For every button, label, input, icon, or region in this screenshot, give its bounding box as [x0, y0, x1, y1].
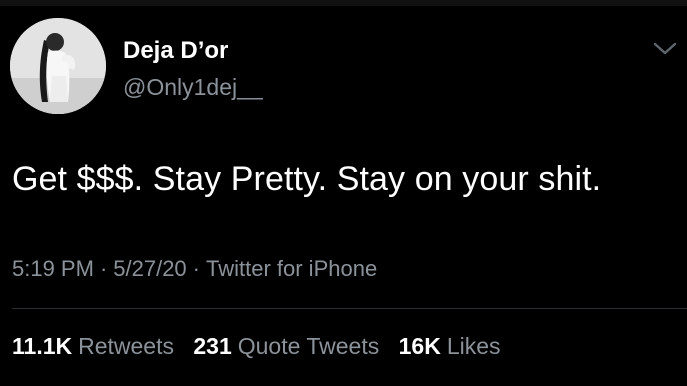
chevron-down-icon[interactable] — [652, 40, 678, 58]
tweet-source[interactable]: Twitter for iPhone — [206, 256, 377, 281]
top-border — [0, 0, 687, 6]
meta-separator: · — [99, 256, 108, 281]
quote-tweets-count: 231 — [193, 333, 232, 359]
likes-label: Likes — [446, 333, 501, 359]
quote-tweets-stat[interactable]: 231 Quote Tweets — [193, 333, 379, 360]
retweets-count: 11.1K — [12, 333, 73, 359]
display-name[interactable]: Deja D’or — [123, 37, 228, 65]
tweet-text: Get $$$. Stay Pretty. Stay on your shit. — [12, 160, 602, 198]
tweet-card: Deja D’or @Only1dej__ Get $$$. Stay Pret… — [0, 0, 687, 386]
likes-count: 16K — [398, 333, 441, 359]
profile-photo-icon — [10, 18, 106, 114]
stats-divider — [12, 308, 687, 309]
retweets-stat[interactable]: 11.1K Retweets — [12, 333, 174, 360]
user-handle[interactable]: @Only1dej__ — [123, 74, 263, 101]
likes-stat[interactable]: 16K Likes — [399, 333, 501, 360]
meta-separator: · — [192, 256, 200, 281]
tweet-date[interactable]: 5/27/20 — [113, 256, 186, 281]
tweet-time[interactable]: 5:19 PM — [12, 256, 94, 281]
quote-tweets-label: Quote Tweets — [237, 333, 380, 359]
avatar[interactable] — [10, 18, 106, 114]
tweet-stats: 11.1K Retweets 231 Quote Tweets 16K Likes — [12, 333, 514, 360]
retweets-label: Retweets — [78, 333, 174, 359]
tweet-meta: 5:19 PM · 5/27/20 · Twitter for iPhone — [12, 256, 377, 282]
